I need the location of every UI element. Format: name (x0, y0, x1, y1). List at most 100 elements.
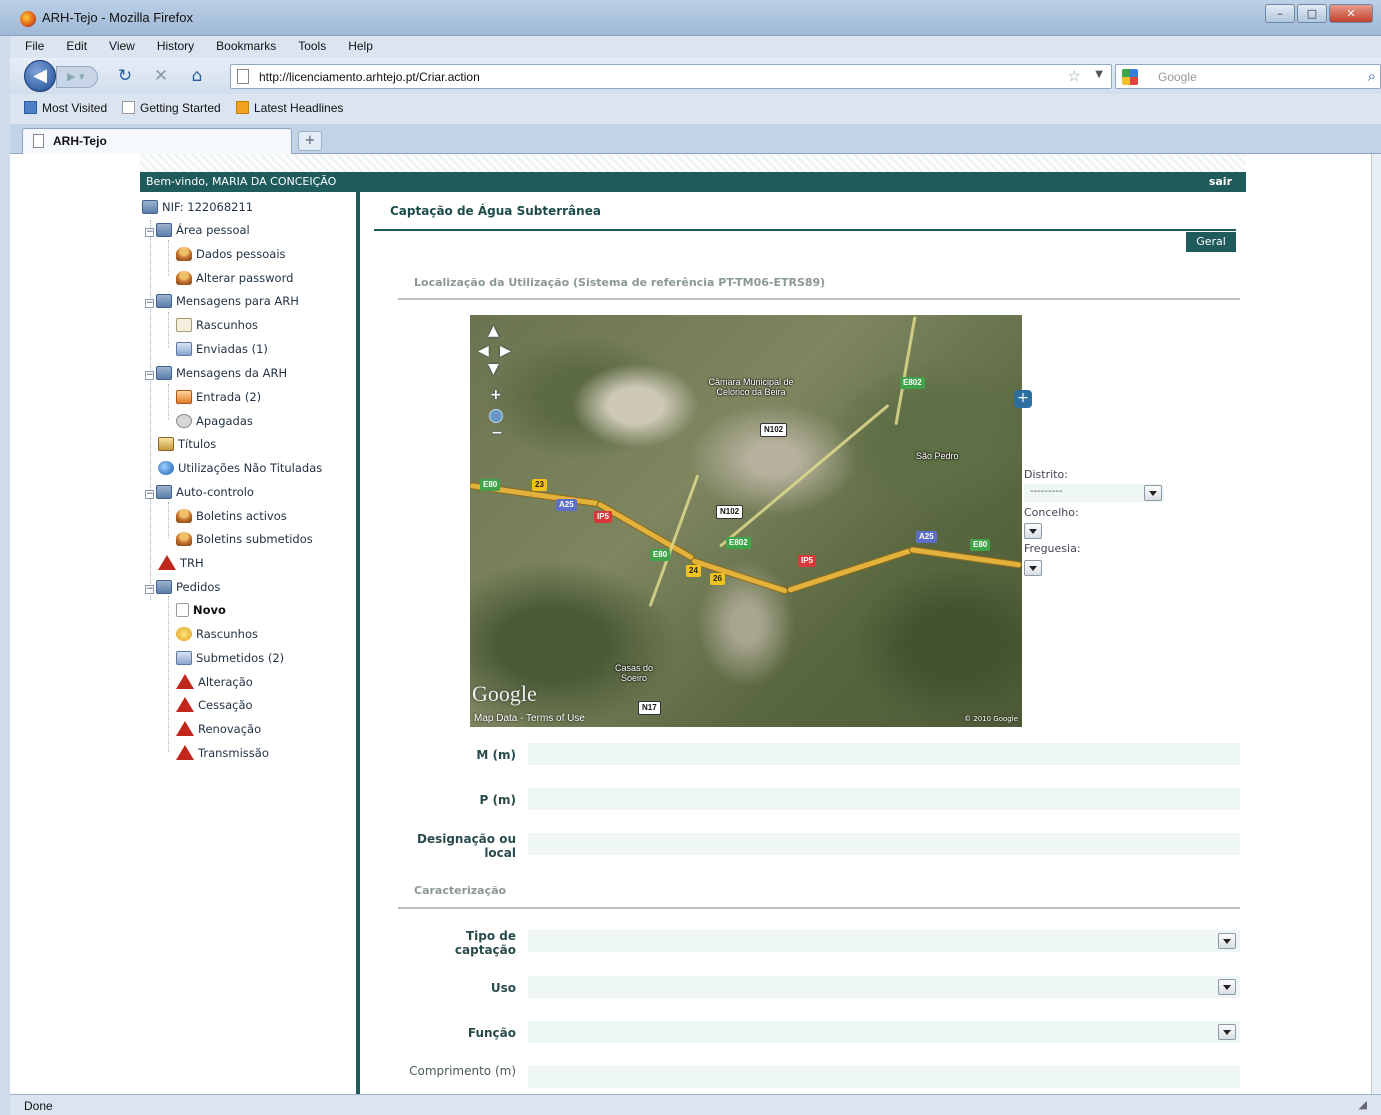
tree-item-transmissao[interactable]: Transmissão (176, 744, 269, 764)
vertical-scrollbar[interactable] (1371, 154, 1381, 1094)
tree-item-alteracao[interactable]: Alteração (176, 673, 253, 693)
chevron-down-icon[interactable] (1024, 523, 1042, 539)
tipo-captacao-select[interactable] (528, 930, 1240, 952)
welcome-bar: Bem-vindo, MARIA DA CONCEIÇÃO sair (140, 172, 1246, 192)
map-road (719, 403, 890, 548)
reload-button[interactable]: ↻ (114, 65, 136, 87)
tree-item-boletins-activos[interactable]: Boletins activos (176, 507, 287, 527)
tree-item-nif[interactable]: NIF: 122068211 (142, 198, 253, 218)
collapse-icon[interactable]: − (145, 228, 154, 237)
tree-item-mensagens-para-arh[interactable]: − Mensagens para ARH (145, 292, 299, 312)
tree-item-pedidos[interactable]: − Pedidos (145, 578, 220, 598)
tree-item-area-pessoal[interactable]: − Área pessoal (145, 221, 250, 241)
tree-item-alterar-password[interactable]: Alterar password (176, 269, 293, 289)
menu-edit[interactable]: Edit (51, 36, 94, 53)
tree-item-apagadas[interactable]: Apagadas (176, 412, 253, 432)
resize-grip-icon[interactable]: ◢ (1359, 1098, 1367, 1111)
tree-item-enviadas[interactable]: Enviadas (1) (176, 340, 268, 360)
tree-item-auto-controlo[interactable]: − Auto-controlo (145, 483, 254, 503)
collapse-icon[interactable]: − (145, 490, 154, 499)
freguesia-label: Freguesia: (1024, 542, 1081, 555)
menu-view[interactable]: View (94, 36, 142, 53)
menu-bookmarks[interactable]: Bookmarks (201, 36, 283, 53)
collapse-icon[interactable]: − (145, 299, 154, 308)
menu-help[interactable]: Help (333, 36, 380, 53)
tree-item-cessacao[interactable]: Cessação (176, 696, 253, 716)
map-terms-link[interactable]: Map Data - Terms of Use (474, 713, 585, 724)
location-map[interactable]: ▲ ◀ ▶ ▼ + − Câmara Municipal de Celorico… (470, 315, 1022, 727)
uso-select[interactable] (528, 976, 1240, 998)
menu-history[interactable]: History (142, 36, 201, 53)
tree-item-renovacao[interactable]: Renovação (176, 720, 261, 740)
distrito-select[interactable]: --------- (1024, 484, 1164, 502)
chevron-down-icon[interactable] (1024, 560, 1042, 576)
url-bar[interactable]: http://licenciamento.arhtejo.pt/Criar.ac… (230, 64, 1112, 89)
logout-link[interactable]: sair (1209, 175, 1232, 188)
bookmark-latest-headlines[interactable]: Latest Headlines (236, 101, 343, 115)
new-tab-button[interactable]: + (298, 131, 322, 151)
back-button[interactable]: ◀ (24, 60, 56, 92)
tree-item-trh[interactable]: TRH (158, 554, 204, 574)
freguesia-select[interactable] (1024, 559, 1046, 577)
field-label-designacao: Designação ou local (416, 832, 516, 860)
stop-button[interactable]: ✕ (150, 65, 172, 87)
chevron-down-icon[interactable] (1218, 979, 1236, 995)
tree-item-mensagens-da-arh[interactable]: − Mensagens da ARH (145, 364, 287, 384)
tree-item-titulos[interactable]: Títulos (158, 435, 216, 455)
pan-up-icon[interactable]: ▲ (488, 323, 499, 339)
layer-switcher-button[interactable]: + (1014, 390, 1032, 408)
maximize-button[interactable]: □ (1297, 4, 1327, 23)
tab-geral[interactable]: Geral (1186, 232, 1236, 252)
person-icon (176, 509, 192, 523)
tree-item-rascunhos[interactable]: Rascunhos (176, 316, 258, 336)
search-bar[interactable]: Google ⌕ (1115, 64, 1381, 89)
collapse-icon[interactable]: − (145, 585, 154, 594)
zoom-in-icon[interactable]: + (490, 387, 502, 403)
chevron-down-icon[interactable] (1144, 485, 1162, 501)
search-icon[interactable]: ⌕ (1368, 67, 1376, 85)
search-engine-icon[interactable] (1122, 69, 1138, 85)
welcome-text: Bem-vindo, MARIA DA CONCEIÇÃO (146, 175, 337, 188)
forward-button[interactable]: ▶ ▾ (56, 66, 98, 88)
map-place-label: Casas do Soeiro (614, 663, 654, 683)
menu-file[interactable]: File (10, 36, 51, 53)
tree-item-boletins-submetidos[interactable]: Boletins submetidos (176, 530, 313, 550)
tree-item-utilizacoes[interactable]: Utilizações Não Tituladas (158, 459, 322, 479)
zoom-out-icon[interactable]: − (491, 425, 503, 441)
m-input[interactable] (528, 743, 1240, 765)
minimize-button[interactable]: – (1265, 4, 1295, 23)
collapse-icon[interactable]: − (145, 371, 154, 380)
chevron-down-icon[interactable] (1218, 933, 1236, 949)
plus-icon: + (1017, 390, 1029, 406)
bookmark-star-icon[interactable]: ☆ (1068, 67, 1081, 85)
pan-right-icon[interactable]: ▶ (500, 343, 511, 359)
tree-item-novo[interactable]: Novo (176, 601, 226, 621)
funcao-select[interactable] (528, 1021, 1240, 1043)
p-input[interactable] (528, 788, 1240, 810)
road-shield: 23 (532, 479, 547, 491)
bookmark-most-visited[interactable]: Most Visited (24, 101, 107, 115)
designacao-input[interactable] (528, 833, 1240, 855)
warning-icon (176, 721, 194, 736)
page-viewport: Bem-vindo, MARIA DA CONCEIÇÃO sair NIF: … (10, 154, 1371, 1094)
pan-down-icon[interactable]: ▼ (488, 361, 499, 377)
close-button[interactable]: ✕ (1329, 4, 1373, 23)
zoom-slider[interactable] (489, 409, 503, 423)
comprimento-input[interactable] (528, 1066, 1240, 1088)
status-text: Done (24, 1099, 53, 1113)
tree-item-entrada[interactable]: Entrada (2) (176, 388, 261, 408)
pan-left-icon[interactable]: ◀ (478, 343, 489, 359)
reload-icon: ↻ (117, 66, 133, 86)
tree-item-dados-pessoais[interactable]: Dados pessoais (176, 245, 286, 265)
concelho-select[interactable] (1024, 522, 1046, 540)
tree-item-rascunhos-pedidos[interactable]: Rascunhos (176, 625, 258, 645)
bookmark-getting-started[interactable]: Getting Started (122, 101, 221, 115)
chevron-down-icon[interactable] (1218, 1024, 1236, 1040)
menu-tools[interactable]: Tools (283, 36, 333, 53)
tab-arh-tejo[interactable]: ARH-Tejo (22, 128, 292, 154)
url-dropdown-icon[interactable]: ▼ (1095, 69, 1103, 80)
page-icon (237, 69, 249, 84)
page-icon (33, 134, 44, 148)
home-button[interactable]: ⌂ (186, 65, 208, 87)
tree-item-submetidos[interactable]: Submetidos (2) (176, 649, 284, 669)
